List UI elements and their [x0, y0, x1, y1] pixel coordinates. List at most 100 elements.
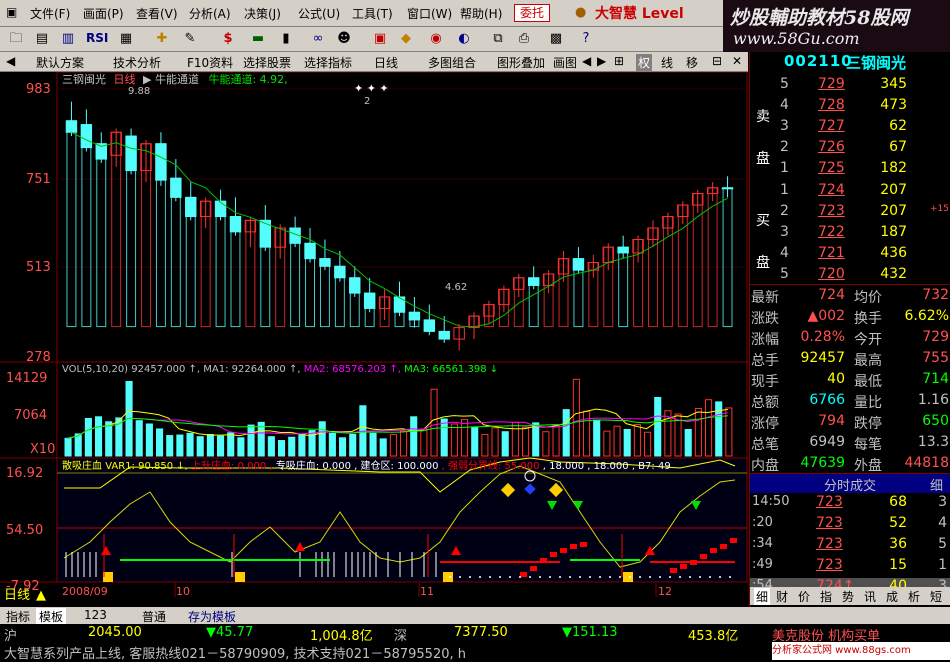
trades-detail-tab[interactable]: 细	[930, 475, 943, 494]
tab-default-scheme[interactable]: 默认方案	[36, 54, 84, 71]
menu-analysis[interactable]: 分析(A)	[189, 5, 231, 22]
menu-decision[interactable]: 决策(J)	[244, 5, 281, 22]
menu-window[interactable]: 窗口(W)	[407, 5, 452, 22]
menu-tools[interactable]: 工具(T)	[352, 5, 393, 22]
sell-price[interactable]: 727	[818, 118, 845, 134]
trade-row[interactable]: :20 723 52 4	[750, 515, 950, 536]
quote-label: 总额	[751, 395, 779, 411]
sell-level-row[interactable]: 4 728 473	[750, 97, 950, 118]
buy-level-row[interactable]: 2 723 207	[750, 203, 950, 224]
right-tab[interactable]: 析	[908, 588, 920, 605]
tab-daily[interactable]: 日线	[374, 54, 398, 71]
right-tab[interactable]: 成	[886, 588, 898, 605]
tab-select-stock[interactable]: 选择股票	[243, 54, 291, 71]
buy-level-row[interactable]: 1 724 207	[750, 182, 950, 203]
indicator-dot	[609, 576, 611, 578]
tab-draw[interactable]: 画图	[553, 54, 579, 71]
sell-level-row[interactable]: 3 727 62	[750, 118, 950, 139]
chart-canvas[interactable]: 983 751 513 278 14129 7064 X10 16.92 54.…	[0, 71, 748, 605]
sell-price[interactable]: 725	[818, 160, 845, 176]
nav-left-icon[interactable]: ◀	[6, 54, 15, 68]
menu-formula[interactable]: 公式(U)	[298, 5, 340, 22]
candle-body	[527, 277, 540, 286]
right-tab[interactable]: 财	[776, 588, 788, 605]
buy-level-row[interactable]: 3 722 187	[750, 224, 950, 245]
buy-price[interactable]: 720	[818, 266, 845, 282]
bottom-tab-indicator[interactable]: 指标	[6, 608, 30, 625]
stock-name: 三钢闽光	[846, 54, 907, 72]
copy-icon[interactable]: ⧉	[488, 30, 508, 47]
calc-icon[interactable]: ▩	[546, 30, 566, 47]
crosshair-toggle-icon[interactable]: ⊞	[614, 54, 624, 68]
money-icon[interactable]: ▬	[248, 30, 268, 47]
tab-multi-chart[interactable]: 多图组合	[428, 54, 476, 71]
entrust-button[interactable]: 委托	[514, 4, 550, 22]
sell-price[interactable]: 726	[818, 139, 845, 155]
right-tab[interactable]: 价	[798, 588, 810, 605]
tab-lines[interactable]: 线	[661, 54, 673, 71]
sell-level-row[interactable]: 1 725 182	[750, 160, 950, 181]
people-icon[interactable]: ☻	[334, 30, 354, 47]
quote-value-2: 13.3	[917, 434, 949, 450]
zoom-out-icon[interactable]: ⊟	[712, 54, 722, 68]
sell-price[interactable]: 728	[818, 97, 845, 113]
close-icon[interactable]: ✕	[732, 54, 742, 68]
menu-screen[interactable]: 画面(P)	[83, 5, 124, 22]
tab-overlay[interactable]: 图形叠加	[497, 54, 545, 71]
volume-bar	[84, 417, 92, 457]
diamond-icon[interactable]: ◆	[396, 30, 416, 47]
buy-price[interactable]: 724	[818, 182, 845, 198]
volume-bar	[227, 432, 235, 457]
rsi-icon[interactable]: RSI	[86, 30, 108, 47]
buy-price[interactable]: 723	[818, 203, 845, 219]
tab-scroll-left-icon[interactable]: ◀	[582, 54, 591, 68]
menu-help[interactable]: 帮助(H)	[460, 5, 502, 22]
right-tab[interactable]: 指	[820, 588, 832, 605]
trade-price: 723	[816, 557, 843, 573]
binoculars-icon[interactable]: ∞	[308, 30, 328, 47]
help-icon[interactable]: ?	[576, 30, 596, 47]
tab-f10[interactable]: F10资料	[187, 54, 233, 71]
right-tab[interactable]: 短	[930, 588, 942, 605]
bar-chart-icon[interactable]: ▥	[58, 30, 78, 47]
grid-icon[interactable]: ▦	[116, 30, 136, 47]
volume-bar	[562, 409, 570, 457]
globe-icon[interactable]: ◐	[454, 30, 474, 47]
xaxis-cursor-icon[interactable]: ▲	[36, 588, 46, 603]
film-icon[interactable]: ▮	[276, 30, 296, 47]
menu-file[interactable]: 文件(F)	[30, 5, 70, 22]
print-icon[interactable]: ⎙	[514, 30, 534, 47]
tab-technical[interactable]: 技术分析	[113, 54, 161, 71]
ruler-icon[interactable]: ✎	[180, 30, 200, 47]
right-tab[interactable]: 细	[754, 588, 771, 605]
tab-scroll-right-icon[interactable]: ▶	[597, 54, 606, 68]
right-tab[interactable]: 讯	[864, 588, 876, 605]
crosshair-icon[interactable]: ✚	[152, 30, 172, 47]
chart-icon[interactable]: ▤	[32, 30, 52, 47]
tab-move[interactable]: 移	[686, 54, 698, 71]
tab-select-indicator[interactable]: 选择指标	[304, 54, 352, 71]
trade-row[interactable]: :49 723 15 1	[750, 557, 950, 578]
trade-row[interactable]: 14:50 723 68 3	[750, 494, 950, 515]
buy-level-row[interactable]: 4 721 436	[750, 245, 950, 266]
save-template-button[interactable]: 存为模板	[188, 608, 236, 625]
tab-rights[interactable]: 权	[636, 54, 653, 71]
right-tab[interactable]: 势	[842, 588, 854, 605]
news-icon[interactable]: ▣	[370, 30, 390, 47]
alert-icon[interactable]: ◉	[426, 30, 446, 47]
buy-price[interactable]: 722	[818, 224, 845, 240]
sell-price[interactable]: 729	[818, 76, 845, 92]
quote-label-2: 每笔	[854, 437, 882, 453]
bottom-tab-normal[interactable]: 普通	[142, 608, 166, 625]
menu-view[interactable]: 查看(V)	[136, 5, 178, 22]
trade-row[interactable]: :34 723 36 5	[750, 536, 950, 557]
chart-pane[interactable]: 983 751 513 278 14129 7064 X10 16.92 54.…	[0, 71, 748, 605]
bottom-tab-123[interactable]: 123	[84, 608, 107, 622]
dollar-icon[interactable]: $	[218, 30, 238, 47]
bottom-tab-template[interactable]: 模板	[36, 608, 67, 625]
trade-time: 14:50	[752, 494, 790, 509]
buy-price[interactable]: 721	[818, 245, 845, 261]
sell-level-row[interactable]: 2 726 67	[750, 139, 950, 160]
sell-level-row[interactable]: 5 729 345	[750, 76, 950, 97]
open-icon[interactable]: 🗀	[6, 30, 26, 47]
